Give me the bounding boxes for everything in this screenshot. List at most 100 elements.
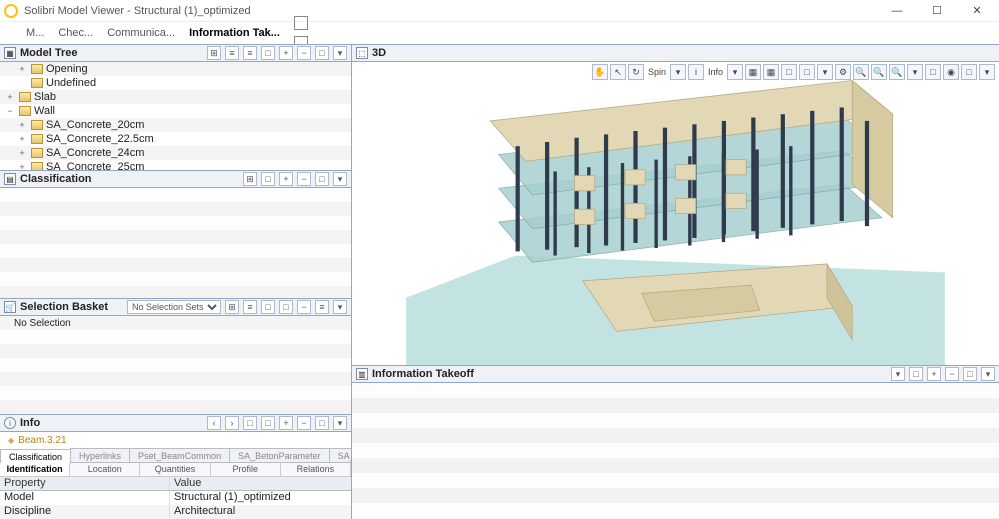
vt-hand-icon[interactable]: ✋ bbox=[592, 64, 608, 80]
property-table[interactable]: PropertyValueModelStructural (1)_optimiz… bbox=[0, 477, 351, 519]
3d-viewport[interactable]: ✋ ↖ ↻ Spin ▾ i Info ▾ ▦ ▦ □ □ ▾ ⚙ 🔍 🔍 🔍 … bbox=[352, 62, 999, 365]
sb-btn-list[interactable]: ≡ bbox=[315, 300, 329, 314]
info-subtab[interactable]: Profile bbox=[211, 463, 281, 477]
viewport-title: 3D bbox=[372, 47, 995, 59]
info-btn-2[interactable]: □ bbox=[261, 416, 275, 430]
model-tree[interactable]: +OpeningUndefined+Slab−Wall+SA_Concrete_… bbox=[0, 62, 351, 170]
vt-b2[interactable]: ▦ bbox=[763, 64, 779, 80]
vt-s2[interactable]: 🔍 bbox=[871, 64, 887, 80]
selection-basket-body[interactable]: No Selection bbox=[0, 316, 351, 414]
clf-btn-1[interactable]: ⊞ bbox=[243, 172, 257, 186]
takeoff-header: ▥ Information Takeoff ▾ □ + − □ ▾ bbox=[352, 365, 999, 383]
info-btn-add[interactable]: + bbox=[279, 416, 293, 430]
clf-btn-2[interactable]: □ bbox=[261, 172, 275, 186]
property-row[interactable]: DisciplineArchitectural bbox=[0, 505, 351, 519]
info-tab[interactable]: Hyperlinks bbox=[70, 448, 130, 462]
tree-row[interactable]: −Wall bbox=[0, 104, 351, 118]
vt-cursor-icon[interactable]: ↖ bbox=[610, 64, 626, 80]
to-sub[interactable]: − bbox=[945, 367, 959, 381]
info-btn-1[interactable]: □ bbox=[243, 416, 257, 430]
to-add[interactable]: + bbox=[927, 367, 941, 381]
info-subtab[interactable]: Location bbox=[70, 463, 140, 477]
tree-btn-4[interactable]: □ bbox=[261, 46, 275, 60]
info-tab[interactable]: SA_BetonParameter bbox=[229, 448, 330, 462]
vt-info-label[interactable]: Info bbox=[706, 64, 725, 80]
vt-spin-label[interactable]: Spin bbox=[646, 64, 668, 80]
menu-model[interactable]: M... bbox=[26, 27, 44, 39]
tree-row[interactable]: +SA_Concrete_25cm bbox=[0, 160, 351, 170]
to-dd2[interactable]: ▾ bbox=[981, 367, 995, 381]
info-selected[interactable]: Beam.3.21 bbox=[0, 432, 351, 448]
info-tab[interactable]: SA_StahlParameter bbox=[329, 448, 351, 462]
view-toolbar: ✋ ↖ ↻ Spin ▾ i Info ▾ ▦ ▦ □ □ ▾ ⚙ 🔍 🔍 🔍 … bbox=[592, 64, 995, 80]
to-dd[interactable]: ▾ bbox=[891, 367, 905, 381]
menu-communication[interactable]: Communica... bbox=[107, 27, 175, 39]
info-btn-dd[interactable]: ▾ bbox=[333, 416, 347, 430]
info-header: i Info ‹ › □ □ + − □ ▾ bbox=[0, 414, 351, 432]
vt-s1[interactable]: 🔍 bbox=[853, 64, 869, 80]
vt-dd[interactable]: ▾ bbox=[979, 64, 995, 80]
tree-btn-box[interactable]: □ bbox=[315, 46, 329, 60]
tree-btn-dd[interactable]: ▾ bbox=[333, 46, 347, 60]
tree-row[interactable]: +Slab bbox=[0, 90, 351, 104]
tree-row[interactable]: +SA_Concrete_20cm bbox=[0, 118, 351, 132]
vt-spin-icon[interactable]: ↻ bbox=[628, 64, 644, 80]
to-b1[interactable]: □ bbox=[909, 367, 923, 381]
vt-b4[interactable]: □ bbox=[799, 64, 815, 80]
tree-row[interactable]: +SA_Concrete_24cm bbox=[0, 146, 351, 160]
tree-btn-add[interactable]: + bbox=[279, 46, 293, 60]
vt-spin-dd[interactable]: ▾ bbox=[670, 64, 686, 80]
selection-basket-header: 🛒 Selection Basket No Selection Sets ⊞ ≡… bbox=[0, 298, 351, 316]
window-title: Solibri Model Viewer - Structural (1)_op… bbox=[24, 5, 877, 17]
clf-btn-box[interactable]: □ bbox=[315, 172, 329, 186]
info-tab[interactable]: Classification bbox=[0, 449, 71, 463]
sb-btn-1[interactable]: ⊞ bbox=[225, 300, 239, 314]
selection-set-dropdown[interactable]: No Selection Sets bbox=[127, 300, 221, 314]
selection-basket-title: Selection Basket bbox=[20, 301, 123, 313]
sb-btn-sub[interactable]: − bbox=[297, 300, 311, 314]
tree-btn-1[interactable]: ⊞ bbox=[207, 46, 221, 60]
sb-btn-2[interactable]: ≡ bbox=[243, 300, 257, 314]
info-btn-sub[interactable]: − bbox=[297, 416, 311, 430]
sb-btn-dd[interactable]: ▾ bbox=[333, 300, 347, 314]
vt-info-icon[interactable]: i bbox=[688, 64, 704, 80]
clf-btn-dd[interactable]: ▾ bbox=[333, 172, 347, 186]
info-nav-fwd[interactable]: › bbox=[225, 416, 239, 430]
vt-b4d[interactable]: ▾ bbox=[817, 64, 833, 80]
info-subtab[interactable]: Identification bbox=[0, 463, 70, 477]
takeoff-body[interactable] bbox=[352, 383, 999, 519]
3d-icon: ⬚ bbox=[356, 47, 368, 59]
vt-b1[interactable]: ▦ bbox=[745, 64, 761, 80]
vt-info-dd[interactable]: ▾ bbox=[727, 64, 743, 80]
info-btn-box[interactable]: □ bbox=[315, 416, 329, 430]
tree-row[interactable]: Undefined bbox=[0, 76, 351, 90]
vt-b5[interactable]: ⚙ bbox=[835, 64, 851, 80]
selection-empty: No Selection bbox=[0, 316, 351, 330]
tree-row[interactable]: +Opening bbox=[0, 62, 351, 76]
property-row[interactable]: ModelStructural (1)_optimized bbox=[0, 491, 351, 505]
vt-b7[interactable]: ◉ bbox=[943, 64, 959, 80]
tree-btn-2[interactable]: ≡ bbox=[225, 46, 239, 60]
tree-btn-sub[interactable]: − bbox=[297, 46, 311, 60]
tree-btn-3[interactable]: ≡ bbox=[243, 46, 257, 60]
model-tree-header: ▦ Model Tree ⊞ ≡ ≡ □ + − □ ▾ bbox=[0, 44, 351, 62]
sb-btn-3[interactable]: □ bbox=[261, 300, 275, 314]
menu-checking[interactable]: Chec... bbox=[58, 27, 93, 39]
menu-icon-1[interactable] bbox=[294, 16, 308, 30]
info-nav-back[interactable]: ‹ bbox=[207, 416, 221, 430]
clf-btn-add[interactable]: + bbox=[279, 172, 293, 186]
vt-s3[interactable]: 🔍 bbox=[889, 64, 905, 80]
tree-row[interactable]: +SA_Concrete_22.5cm bbox=[0, 132, 351, 146]
menu-information-takeoff[interactable]: Information Tak... bbox=[189, 27, 280, 39]
sb-btn-4[interactable]: □ bbox=[279, 300, 293, 314]
vt-s3d[interactable]: ▾ bbox=[907, 64, 923, 80]
classification-body[interactable] bbox=[0, 188, 351, 298]
to-b2[interactable]: □ bbox=[963, 367, 977, 381]
info-tab[interactable]: Pset_BeamCommon bbox=[129, 448, 230, 462]
info-subtab[interactable]: Quantities bbox=[140, 463, 210, 477]
vt-b8[interactable]: □ bbox=[961, 64, 977, 80]
vt-b6[interactable]: □ bbox=[925, 64, 941, 80]
clf-btn-sub[interactable]: − bbox=[297, 172, 311, 186]
info-subtab[interactable]: Relations bbox=[281, 463, 351, 477]
vt-b3[interactable]: □ bbox=[781, 64, 797, 80]
